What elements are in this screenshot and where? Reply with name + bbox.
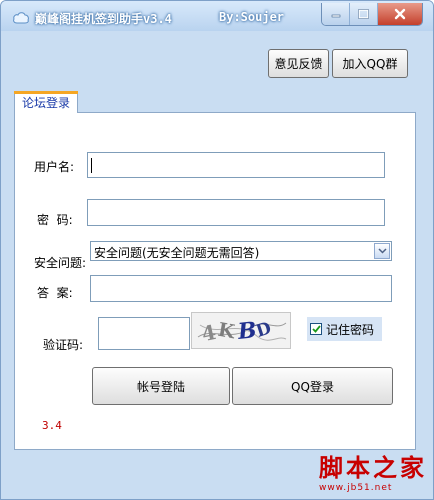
password-label: 密 码: bbox=[37, 213, 73, 227]
app-window: 巅峰阁挂机签到助手v3.4 By:Soujer 意见反馈 加入QQ群 论坛登录 … bbox=[0, 0, 434, 500]
tab-forum-login[interactable]: 论坛登录 bbox=[14, 91, 78, 113]
captcha-glyph: K bbox=[216, 319, 238, 344]
cloud-icon bbox=[13, 12, 29, 24]
remember-password-checkbox[interactable]: 记住密码 bbox=[307, 317, 382, 341]
captcha-glyph: 4 bbox=[200, 320, 219, 346]
chevron-down-icon bbox=[377, 248, 387, 254]
answer-input[interactable] bbox=[90, 275, 392, 302]
account-login-button[interactable]: 帐号登陆 bbox=[92, 367, 230, 405]
title-bar[interactable]: 巅峰阁挂机签到助手v3.4 By:Soujer bbox=[1, 1, 433, 31]
captcha-image[interactable]: 4 K B D bbox=[191, 312, 291, 349]
join-qq-group-button[interactable]: 加入QQ群 bbox=[332, 49, 408, 78]
answer-label: 答 案: bbox=[37, 286, 73, 300]
password-input[interactable] bbox=[87, 199, 385, 226]
close-icon bbox=[394, 8, 406, 20]
window-title: 巅峰阁挂机签到助手v3.4 bbox=[35, 12, 172, 26]
security-question-value: 安全问题(无安全问题无需回答) bbox=[94, 246, 260, 260]
watermark-url: www.jb51.net bbox=[319, 483, 393, 493]
qq-login-button[interactable]: QQ登录 bbox=[232, 367, 393, 405]
maximize-button[interactable] bbox=[349, 3, 377, 25]
minimize-button[interactable] bbox=[322, 3, 349, 25]
remember-password-label: 记住密码 bbox=[326, 322, 375, 337]
minimize-icon bbox=[331, 14, 340, 18]
window-author: By:Soujer bbox=[219, 10, 285, 24]
close-button[interactable] bbox=[377, 3, 422, 25]
site-watermark: 脚本之家 www.jb51.net bbox=[319, 455, 431, 497]
window-controls bbox=[321, 3, 423, 26]
watermark-text: 脚本之家 bbox=[319, 453, 427, 482]
username-label: 用户名: bbox=[34, 160, 75, 174]
captcha-input[interactable] bbox=[98, 317, 190, 350]
captcha-graphic: 4 K B D bbox=[197, 317, 287, 346]
feedback-button[interactable]: 意见反馈 bbox=[268, 49, 329, 78]
security-question-select[interactable]: 安全问题(无安全问题无需回答) bbox=[90, 241, 392, 261]
security-question-label: 安全问题: bbox=[34, 256, 87, 270]
version-text: 3.4 bbox=[42, 419, 62, 432]
checkbox-box[interactable] bbox=[310, 323, 322, 335]
dropdown-button[interactable] bbox=[374, 243, 390, 259]
captcha-glyph: B bbox=[236, 317, 258, 345]
username-input[interactable] bbox=[87, 152, 385, 178]
checkmark-icon bbox=[311, 325, 321, 333]
maximize-icon bbox=[358, 9, 369, 19]
captcha-label: 验证码: bbox=[43, 338, 84, 352]
text-caret bbox=[91, 158, 92, 173]
